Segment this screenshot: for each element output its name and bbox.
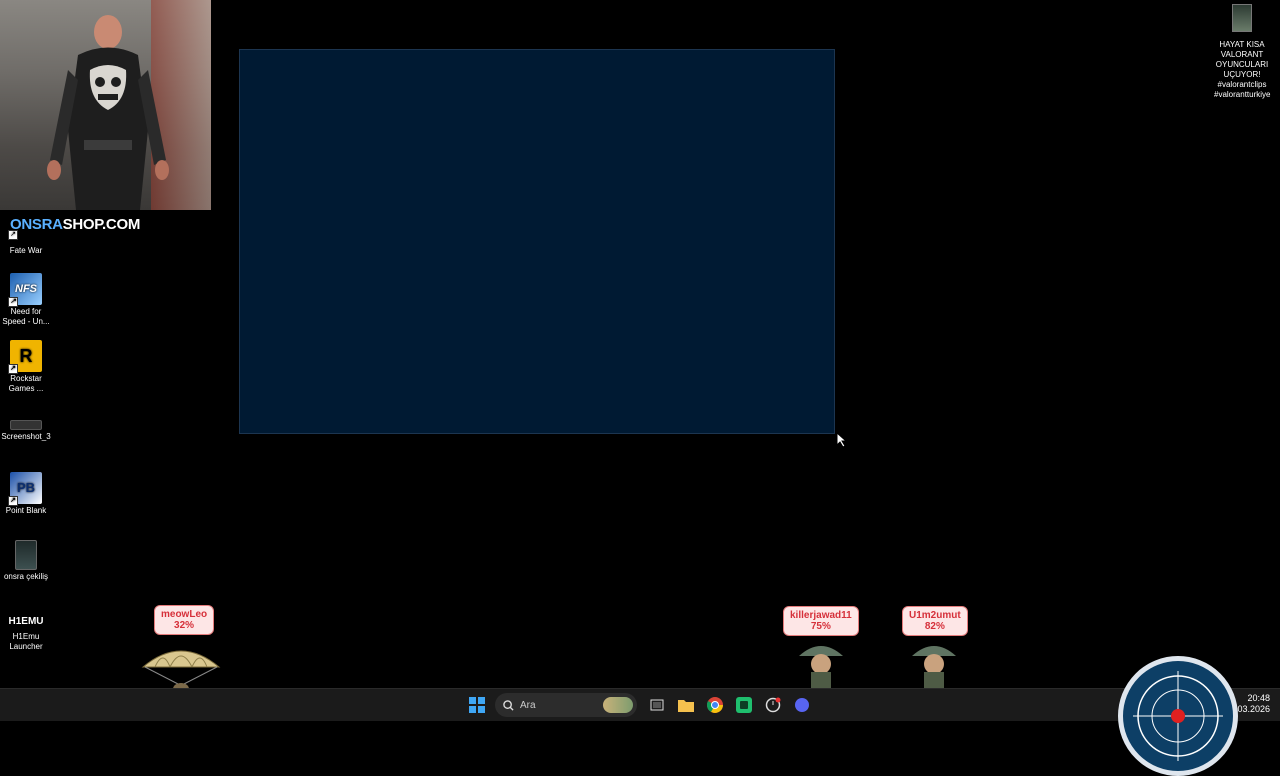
- point-blank-icon: PB ↗: [8, 472, 42, 506]
- chrome-button[interactable]: [705, 695, 725, 715]
- parachuter-tag: meowLeo 32%: [154, 605, 215, 635]
- green-app-icon: [736, 697, 752, 713]
- parachuter-tag: U1m2umut 82%: [902, 606, 968, 636]
- desktop-icon-point-blank[interactable]: PB ↗ Point Blank: [0, 472, 52, 516]
- desktop-icon-label: HAYAT KISA VALORANT OYUNCULARI UÇUYOR! #…: [1214, 40, 1271, 99]
- parachuter-percent: 82%: [924, 621, 945, 632]
- desktop-icon-label: Fate War: [9, 246, 43, 255]
- task-view-icon: [650, 699, 664, 711]
- chrome-icon: [707, 697, 723, 713]
- crosshair-icon: [1133, 671, 1223, 761]
- h1emu-logo-text: H1EMU: [8, 616, 44, 627]
- parachuter-percent: 75%: [810, 621, 831, 632]
- clock-app-icon: [765, 697, 781, 713]
- parachuter-name: killerjawad11: [790, 610, 852, 621]
- discord-icon: [795, 698, 809, 712]
- desktop-icon-label: Rockstar Games ...: [8, 374, 44, 393]
- parachuter-tag: killerjawad11 75%: [783, 606, 859, 636]
- desktop-icon-h1emu[interactable]: H1EMU H1Emu Launcher: [0, 614, 52, 652]
- search-icon: [503, 699, 514, 711]
- file-explorer-button[interactable]: [676, 695, 696, 715]
- nfs-icon: NFS ↗: [8, 273, 42, 307]
- search-highlight-image: [603, 697, 633, 713]
- desktop-icon-need-for-speed[interactable]: NFS ↗ Need for Speed - Un...: [0, 273, 52, 327]
- fate-war-icon: ↗: [8, 212, 42, 244]
- file-icon: [15, 540, 37, 570]
- desktop-icon-label: onsra çekiliş: [3, 572, 48, 581]
- point-blank-logo-text: PB: [16, 480, 36, 495]
- desktop-icon-video-file[interactable]: HAYAT KISA VALORANT OYUNCULARI UÇUYOR! #…: [1214, 4, 1270, 100]
- rockstar-icon: R ↗: [8, 340, 42, 374]
- crosshair-scope-widget: [1118, 656, 1238, 776]
- app-button-clock[interactable]: [763, 695, 783, 715]
- discord-button[interactable]: [792, 695, 812, 715]
- desktop-icon-onsra-cekilis[interactable]: onsra çekiliş: [0, 540, 52, 582]
- desktop-icon-label: H1Emu Launcher: [9, 632, 43, 651]
- parachuter-killerjawad11: killerjawad11 75%: [783, 606, 873, 696]
- folder-icon: [678, 700, 694, 712]
- nfs-logo-text: NFS: [15, 283, 37, 295]
- mouse-cursor-icon: [836, 432, 848, 448]
- desktop-icon-screenshot[interactable]: Screenshot_3: [0, 420, 52, 442]
- desktop-icon-label: Point Blank: [5, 506, 47, 515]
- clock-date: 03.2026: [1237, 704, 1270, 714]
- parachuter-percent: 32%: [174, 620, 195, 631]
- taskbar-clock[interactable]: 20:48 03.2026: [1237, 693, 1270, 715]
- taskbar: Ara 20:48 03.2026: [0, 688, 1280, 721]
- parachuter-name: U1m2umut: [909, 610, 961, 621]
- webcam-person-image: [47, 15, 169, 210]
- app-button-green[interactable]: [734, 695, 754, 715]
- webcam-overlay: [0, 0, 211, 210]
- task-view-button[interactable]: [647, 695, 667, 715]
- video-file-icon: [1232, 4, 1252, 32]
- banner-part2: SHOP.COM: [62, 215, 141, 233]
- clock-time: 20:48: [1247, 693, 1270, 703]
- desktop-icon-fate-war[interactable]: ↗ Fate War: [0, 212, 52, 256]
- desktop-icon-label: Screenshot_3: [1, 432, 51, 441]
- parachuter-name: meowLeo: [161, 609, 208, 620]
- h1emu-icon: H1EMU: [8, 614, 44, 630]
- parachuter-u1m2umut: U1m2umut 82%: [902, 606, 982, 696]
- parachuter-meowleo: meowLeo 32%: [140, 605, 230, 695]
- search-placeholder: Ara: [520, 699, 536, 711]
- app-window-blank[interactable]: [239, 49, 835, 434]
- windows-logo-icon: [469, 697, 485, 713]
- taskbar-search[interactable]: Ara: [495, 693, 637, 717]
- parachute-icon: [141, 650, 221, 695]
- screenshot-icon: [10, 420, 42, 430]
- desktop-icon-rockstar[interactable]: R ↗ Rockstar Games ...: [0, 340, 52, 394]
- rockstar-logo-text: R: [19, 346, 33, 366]
- desktop-icon-label: Need for Speed - Un...: [2, 307, 50, 326]
- start-button[interactable]: [467, 695, 487, 715]
